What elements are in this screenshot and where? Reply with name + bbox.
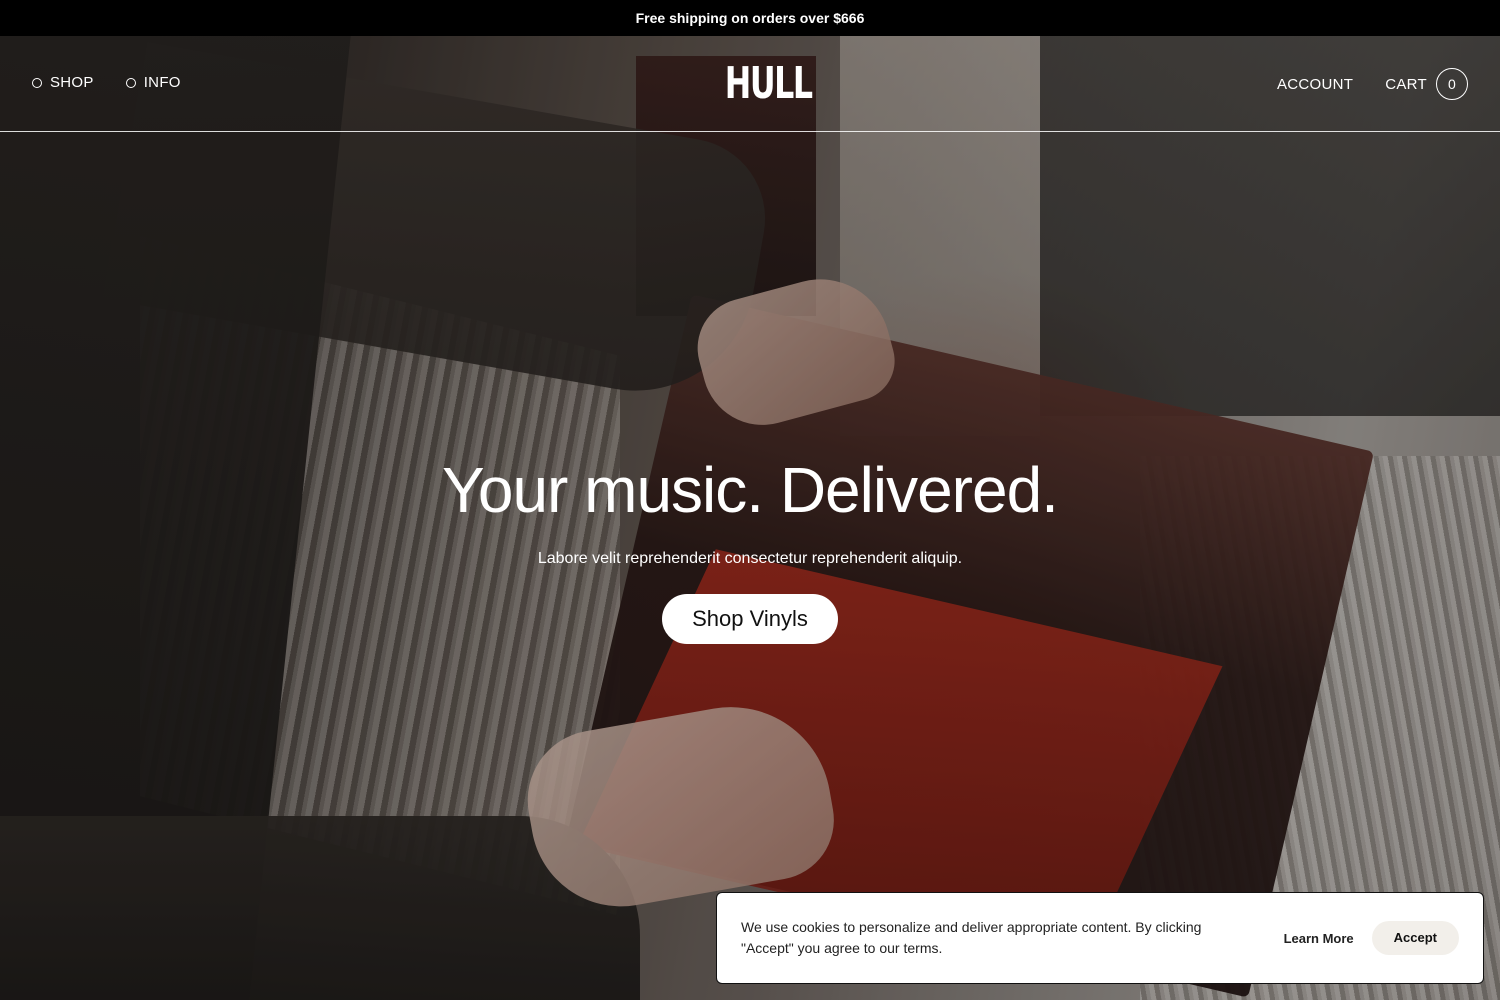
site-logo[interactable]: HULL [725, 56, 813, 112]
cookie-actions: Learn More Accept [1284, 921, 1459, 955]
utility-nav: ACCOUNT CART 0 [1277, 68, 1468, 100]
hero-title: Your music. Delivered. [442, 454, 1059, 526]
announcement-bar: Free shipping on orders over $666 [0, 0, 1500, 36]
primary-nav: SHOP INFO [32, 74, 181, 91]
account-link[interactable]: ACCOUNT [1277, 76, 1353, 93]
nav-info[interactable]: INFO [125, 74, 181, 91]
nav-shop[interactable]: SHOP [32, 74, 94, 91]
cart-count-badge: 0 [1436, 68, 1468, 100]
hero-subtitle: Labore velit reprehenderit consectetur r… [537, 550, 963, 567]
announcement-text: Free shipping on orders over $666 [635, 10, 865, 26]
nav-shop-label: SHOP [50, 74, 94, 91]
nav-info-label: INFO [143, 74, 181, 91]
cookie-text: We use cookies to personalize and delive… [741, 919, 1202, 956]
circle-bullet-icon [32, 77, 42, 88]
circle-bullet-icon [125, 77, 136, 88]
cookie-banner: We use cookies to personalize and delive… [716, 892, 1484, 984]
accept-button[interactable]: Accept [1371, 921, 1459, 955]
cart-label: CART [1385, 75, 1427, 93]
shop-vinyls-button[interactable]: Shop Vinyls [662, 594, 838, 644]
learn-more-button[interactable]: Learn More [1284, 931, 1354, 946]
cart-link[interactable]: CART 0 [1385, 68, 1468, 100]
hero-content: Your music. Delivered. Labore velit repr… [0, 450, 1500, 644]
site-header: SHOP INFO HULL ACCOUNT CART 0 [0, 36, 1500, 132]
